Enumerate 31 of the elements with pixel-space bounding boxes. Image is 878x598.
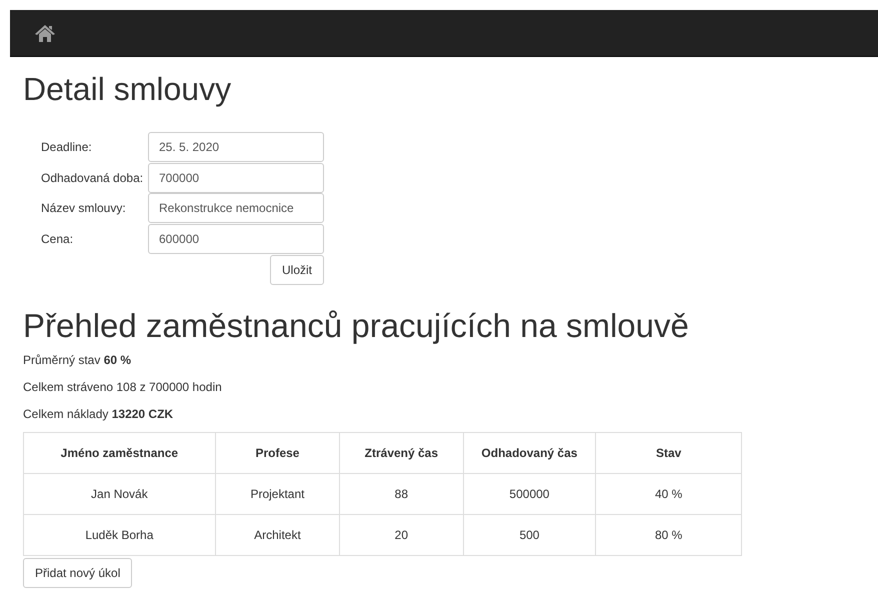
field-label: Deadline: <box>41 140 93 154</box>
table-cell: Jan Novák <box>24 474 216 514</box>
table-cell: 40 % <box>596 474 742 514</box>
table-cell: 80 % <box>596 514 742 556</box>
column-header: Ztrávený čas <box>340 432 464 474</box>
field-label: Cena: <box>41 232 74 246</box>
field-label: Odhadovaná doba: <box>41 170 144 185</box>
section-title: Přehled zaměstnanců pracujících na smlouvě <box>23 307 690 345</box>
page-title: Detail smlouvy <box>23 71 232 108</box>
column-header: Profese <box>215 432 340 474</box>
summary-text: Celkem stráveno 108 z 700000 hodin <box>23 380 223 395</box>
add-task-button[interactable]: Přidat nový úkol <box>23 558 132 588</box>
input-field[interactable]: 700000 <box>148 162 324 193</box>
table-cell: 88 <box>340 474 464 514</box>
summary-text: Celkem náklady 13220 CZK <box>23 407 174 422</box>
input-field[interactable]: 600000 <box>148 224 324 254</box>
table-cell: Projektant <box>215 474 340 514</box>
table-cell: 500 <box>463 514 596 556</box>
column-header: Stav <box>596 432 742 474</box>
input-field[interactable]: 25. 5. 2020 <box>148 132 324 162</box>
table-cell: Architekt <box>215 514 340 556</box>
column-header: Odhadovaný čas <box>463 432 596 474</box>
home-icon[interactable] <box>35 24 55 42</box>
table-cell: 500000 <box>463 474 596 514</box>
field-label: Název smlouvy: <box>41 201 127 216</box>
input-field[interactable]: Rekonstrukce nemocnice <box>148 193 324 224</box>
table-cell: Luděk Borha <box>24 514 216 556</box>
summary-text: Průměrný stav 60 % <box>23 353 132 368</box>
table-cell: 20 <box>340 514 464 556</box>
save-button[interactable]: Uložit <box>270 255 324 285</box>
column-header: Jméno zaměstnance <box>24 432 216 474</box>
